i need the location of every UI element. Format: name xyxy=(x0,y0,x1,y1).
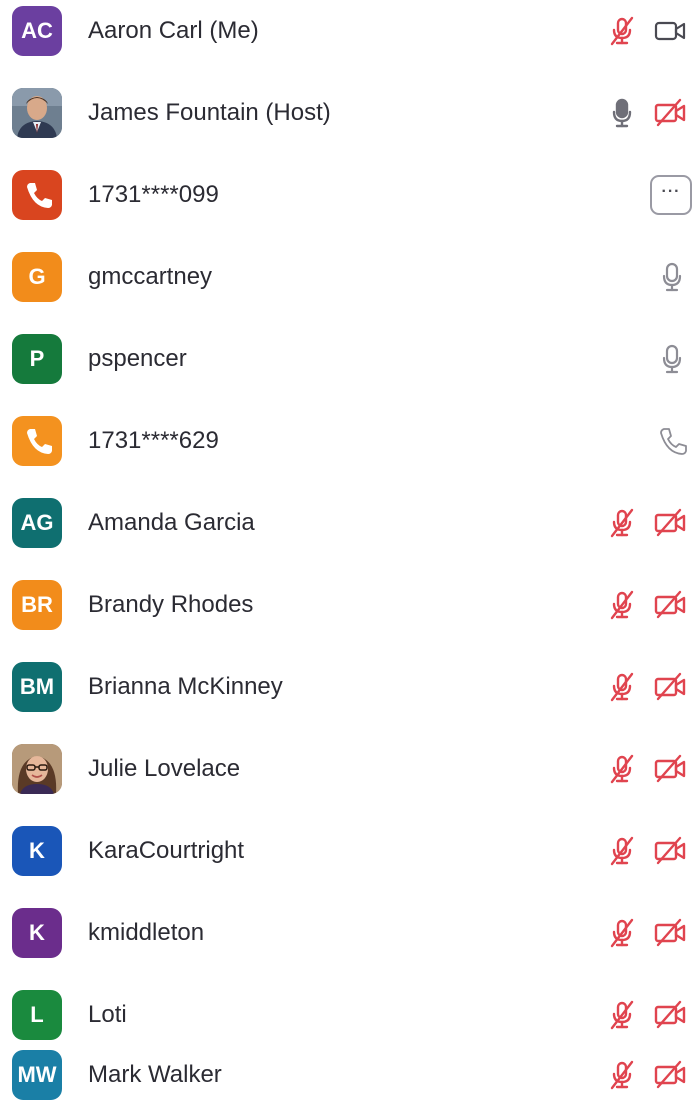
avatar: MW xyxy=(12,1050,62,1100)
mic-muted-icon[interactable] xyxy=(604,751,640,787)
participant-row[interactable]: 1731****099 ··· xyxy=(0,154,700,236)
mic-muted-icon[interactable] xyxy=(604,587,640,623)
participant-row[interactable]: James Fountain (Host) xyxy=(0,72,700,154)
video-off-icon[interactable] xyxy=(652,915,688,951)
participant-row[interactable]: G gmccartney xyxy=(0,236,700,318)
more-options-button[interactable]: ··· xyxy=(650,175,692,215)
participant-row[interactable]: AC Aaron Carl (Me) xyxy=(0,0,700,72)
phone-icon xyxy=(654,423,690,459)
participant-name: Julie Lovelace xyxy=(88,755,241,782)
participant-name: pspencer xyxy=(88,345,187,372)
mic-muted-icon[interactable] xyxy=(604,669,640,705)
video-off-icon[interactable] xyxy=(652,997,688,1033)
participant-row[interactable]: BM Brianna McKinney xyxy=(0,646,700,728)
participant-row[interactable]: P pspencer xyxy=(0,318,700,400)
participant-name: Brianna McKinney xyxy=(88,673,283,700)
avatar: P xyxy=(12,334,62,384)
mic-muted-icon[interactable] xyxy=(604,1057,640,1093)
avatar: K xyxy=(12,826,62,876)
phone-avatar xyxy=(12,416,62,466)
mic-muted-icon[interactable] xyxy=(604,997,640,1033)
participant-row[interactable]: K kmiddleton xyxy=(0,892,700,974)
participant-name: 1731****099 xyxy=(88,181,219,208)
avatar: AG xyxy=(12,498,62,548)
participant-name: Brandy Rhodes xyxy=(88,591,254,618)
participant-row[interactable]: K KaraCourtright xyxy=(0,810,700,892)
avatar: BR xyxy=(12,580,62,630)
avatar: G xyxy=(12,252,62,302)
mic-icon[interactable] xyxy=(604,95,640,131)
participant-row[interactable]: Julie Lovelace xyxy=(0,728,700,810)
video-off-icon[interactable] xyxy=(652,95,688,131)
avatar: AC xyxy=(12,6,62,56)
video-camera-icon[interactable] xyxy=(652,13,688,49)
avatar: K xyxy=(12,908,62,958)
mic-icon[interactable] xyxy=(654,259,690,295)
participant-name: KaraCourtright xyxy=(88,837,245,864)
participant-row[interactable]: AG Amanda Garcia xyxy=(0,482,700,564)
participant-name: 1731****629 xyxy=(88,427,219,454)
more-options-label: ··· xyxy=(661,183,681,200)
participant-row[interactable]: BR Brandy Rhodes xyxy=(0,564,700,646)
video-off-icon[interactable] xyxy=(652,751,688,787)
video-off-icon[interactable] xyxy=(652,669,688,705)
participant-name: Aaron Carl (Me) xyxy=(88,17,259,44)
avatar-photo xyxy=(12,88,62,138)
mic-muted-icon[interactable] xyxy=(604,915,640,951)
video-off-icon[interactable] xyxy=(652,833,688,869)
participant-row[interactable]: MW Mark Walker xyxy=(0,1034,700,1116)
participant-name: Amanda Garcia xyxy=(88,509,255,536)
video-off-icon[interactable] xyxy=(652,1057,688,1093)
mic-muted-icon[interactable] xyxy=(604,505,640,541)
avatar-photo xyxy=(12,744,62,794)
phone-avatar xyxy=(12,170,62,220)
avatar: BM xyxy=(12,662,62,712)
video-off-icon[interactable] xyxy=(652,505,688,541)
mic-icon[interactable] xyxy=(654,341,690,377)
participant-name: kmiddleton xyxy=(88,919,205,946)
avatar: L xyxy=(12,990,62,1040)
participant-name: Mark Walker xyxy=(88,1061,222,1088)
mic-muted-icon[interactable] xyxy=(604,833,640,869)
participant-name: James Fountain (Host) xyxy=(88,99,331,126)
participant-name: gmccartney xyxy=(88,263,213,290)
participants-list: AC Aaron Carl (Me) James Fountain (Host)… xyxy=(0,0,700,1116)
mic-muted-icon[interactable] xyxy=(604,13,640,49)
video-off-icon[interactable] xyxy=(652,587,688,623)
participant-row[interactable]: 1731****629 xyxy=(0,400,700,482)
